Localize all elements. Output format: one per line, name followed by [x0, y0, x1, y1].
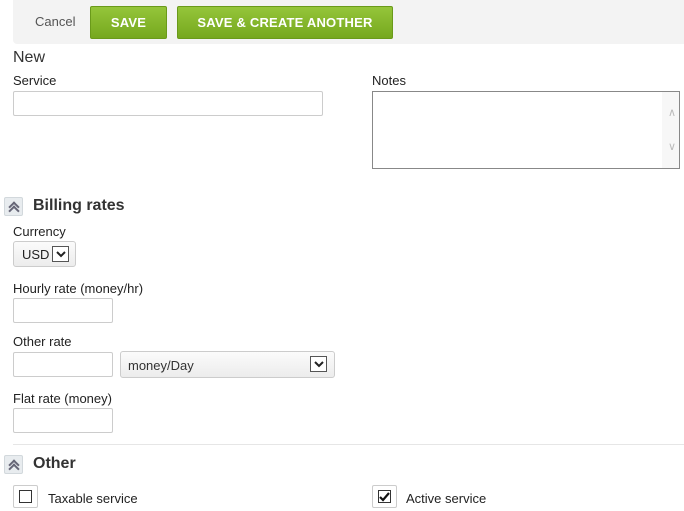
- active-service-checkbox[interactable]: [372, 485, 397, 508]
- chevron-down-icon: [310, 356, 327, 372]
- other-rate-input[interactable]: [13, 352, 113, 377]
- chevron-double-up-icon: ⌃: [9, 202, 19, 212]
- other-collapse-button[interactable]: ⌃: [4, 455, 23, 474]
- billing-rates-heading: Billing rates: [33, 197, 125, 214]
- flat-rate-input[interactable]: [13, 408, 113, 433]
- service-label: Service: [13, 73, 57, 88]
- currency-select[interactable]: USD: [13, 241, 76, 267]
- page-title: New: [13, 49, 46, 66]
- hourly-rate-input[interactable]: [13, 298, 113, 323]
- action-toolbar: Cancel SAVE SAVE & CREATE ANOTHER: [13, 0, 684, 44]
- notes-scrollbar[interactable]: ∧ ∨: [662, 92, 679, 168]
- cancel-link[interactable]: Cancel: [35, 14, 75, 29]
- other-rate-unit-selected-value: money/Day: [128, 358, 194, 373]
- active-service-label: Active service: [406, 491, 487, 506]
- save-and-create-another-button[interactable]: SAVE & CREATE ANOTHER: [177, 6, 393, 39]
- checkmark-icon: [378, 490, 391, 503]
- taxable-service-label: Taxable service: [48, 491, 138, 506]
- checkbox-unchecked-icon: [19, 490, 32, 503]
- other-rate-label: Other rate: [13, 334, 72, 349]
- save-button[interactable]: SAVE: [90, 6, 167, 39]
- section-divider: [13, 444, 684, 445]
- scroll-down-icon[interactable]: ∨: [668, 140, 676, 153]
- other-rate-unit-select[interactable]: money/Day: [120, 351, 335, 378]
- currency-selected-value: USD: [22, 247, 50, 262]
- scroll-up-icon[interactable]: ∧: [668, 106, 676, 119]
- other-heading: Other: [33, 455, 76, 472]
- taxable-service-checkbox[interactable]: [13, 485, 38, 508]
- chevron-down-icon: [52, 246, 69, 262]
- flat-rate-label: Flat rate (money): [13, 391, 112, 406]
- service-input[interactable]: [13, 91, 323, 116]
- chevron-double-up-icon: ⌃: [9, 460, 19, 470]
- billing-rates-collapse-button[interactable]: ⌃: [4, 197, 23, 216]
- notes-label: Notes: [372, 73, 406, 88]
- notes-textarea[interactable]: ∧ ∨: [372, 91, 680, 169]
- hourly-rate-label: Hourly rate (money/hr): [13, 281, 144, 296]
- currency-label: Currency: [13, 224, 66, 239]
